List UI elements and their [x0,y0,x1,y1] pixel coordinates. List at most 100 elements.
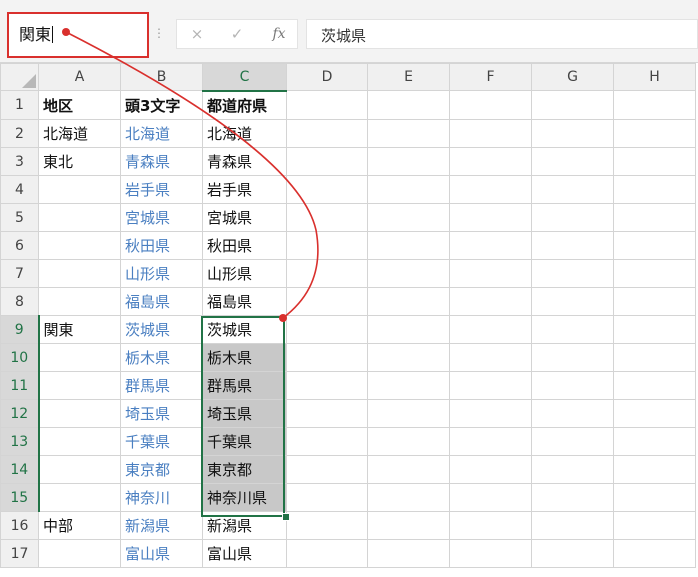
cell-c[interactable]: 青森県 [202,147,287,176]
row-header[interactable]: 16 [0,511,39,540]
cell-c[interactable]: 埼玉県 [202,399,287,428]
cell-b[interactable]: 栃木県 [120,343,203,372]
column-header[interactable]: G [531,63,614,91]
empty-cell[interactable] [613,483,696,512]
cell-c[interactable]: 宮城県 [202,203,287,232]
empty-cell[interactable] [613,287,696,316]
empty-cell[interactable] [613,315,696,344]
empty-cell[interactable] [286,371,368,400]
empty-cell[interactable] [367,119,450,148]
empty-cell[interactable] [531,175,614,204]
empty-cell[interactable] [531,259,614,288]
cell-c[interactable]: 富山県 [202,539,287,568]
resize-grip-icon[interactable]: ⋮ [153,27,165,42]
empty-cell[interactable] [367,203,450,232]
column-header[interactable]: H [613,63,696,91]
cell-b[interactable]: 富山県 [120,539,203,568]
empty-cell[interactable] [449,287,532,316]
empty-cell[interactable] [367,287,450,316]
cell-a[interactable]: 関東 [38,315,121,344]
formula-input[interactable]: 茨城県 [306,19,698,49]
cell-a[interactable]: 中部 [38,511,121,540]
empty-cell[interactable] [367,259,450,288]
enter-icon[interactable]: ✓ [225,24,249,44]
empty-cell[interactable] [531,147,614,176]
cell-a[interactable] [38,399,121,428]
empty-cell[interactable] [449,175,532,204]
row-header[interactable]: 2 [0,119,39,148]
empty-cell[interactable] [613,539,696,568]
empty-cell[interactable] [367,455,450,484]
empty-cell[interactable] [531,427,614,456]
empty-cell[interactable] [367,539,450,568]
empty-cell[interactable] [286,259,368,288]
cell-a[interactable] [38,539,121,568]
cell-b[interactable]: 新潟県 [120,511,203,540]
cell-a[interactable]: 東北 [38,147,121,176]
empty-cell[interactable] [367,147,450,176]
cell-b[interactable]: 群馬県 [120,371,203,400]
empty-cell[interactable] [286,399,368,428]
empty-cell[interactable] [613,119,696,148]
name-box[interactable]: 関東 [7,12,149,58]
empty-cell[interactable] [449,539,532,568]
empty-cell[interactable] [286,483,368,512]
cell-a[interactable] [38,231,121,260]
empty-cell[interactable] [531,511,614,540]
empty-cell[interactable] [531,455,614,484]
empty-cell[interactable] [613,147,696,176]
empty-cell[interactable] [613,343,696,372]
empty-cell[interactable] [613,427,696,456]
empty-cell[interactable] [286,539,368,568]
empty-cell[interactable] [613,259,696,288]
empty-cell[interactable] [286,119,368,148]
empty-cell[interactable] [367,511,450,540]
cell-c[interactable]: 新潟県 [202,511,287,540]
empty-cell[interactable] [449,427,532,456]
empty-cell[interactable] [613,203,696,232]
empty-cell[interactable] [531,287,614,316]
empty-cell[interactable] [286,287,368,316]
cell-c[interactable]: 福島県 [202,287,287,316]
row-header[interactable]: 9 [0,315,40,344]
row-header[interactable]: 10 [0,343,40,372]
column-header[interactable]: F [449,63,532,91]
empty-cell[interactable] [613,511,696,540]
row-header[interactable]: 8 [0,287,39,316]
cell-a[interactable] [38,259,121,288]
empty-cell[interactable] [286,511,368,540]
cell-c[interactable]: 東京都 [202,455,287,484]
cell-b[interactable]: 千葉県 [120,427,203,456]
row-header[interactable]: 15 [0,483,40,512]
cell-c[interactable]: 岩手県 [202,175,287,204]
empty-cell[interactable] [449,147,532,176]
cell-c[interactable]: 都道府県 [202,90,287,120]
cell-c[interactable]: 群馬県 [202,371,287,400]
empty-cell[interactable] [286,315,368,344]
empty-cell[interactable] [367,399,450,428]
column-header[interactable]: E [367,63,450,91]
cell-b[interactable]: 秋田県 [120,231,203,260]
empty-cell[interactable] [531,315,614,344]
cell-a[interactable] [38,427,121,456]
empty-cell[interactable] [286,147,368,176]
cell-b[interactable]: 茨城県 [120,315,203,344]
empty-cell[interactable] [367,175,450,204]
empty-cell[interactable] [449,315,532,344]
cell-b[interactable]: 宮城県 [120,203,203,232]
empty-cell[interactable] [286,203,368,232]
empty-cell[interactable] [449,259,532,288]
empty-cell[interactable] [286,427,368,456]
cell-b[interactable]: 神奈川 [120,483,203,512]
cell-b[interactable]: 福島県 [120,287,203,316]
empty-cell[interactable] [367,231,450,260]
row-header[interactable]: 1 [0,90,39,120]
column-header[interactable]: A [38,63,121,91]
empty-cell[interactable] [613,455,696,484]
cell-a[interactable]: 地区 [38,90,121,120]
cell-b[interactable]: 岩手県 [120,175,203,204]
empty-cell[interactable] [449,455,532,484]
select-all-corner[interactable] [0,63,39,91]
empty-cell[interactable] [613,399,696,428]
row-header[interactable]: 5 [0,203,39,232]
